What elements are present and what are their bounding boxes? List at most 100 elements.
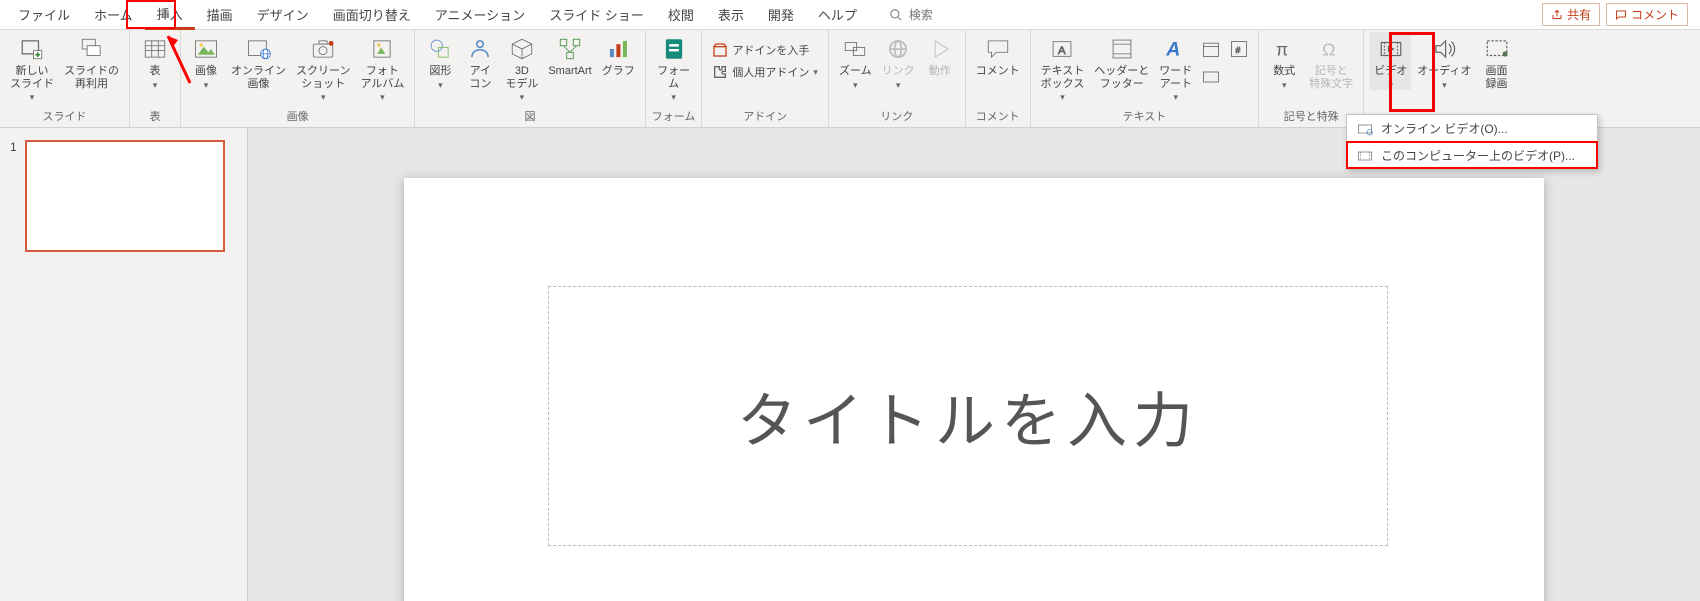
- group-label-links: リンク: [880, 106, 913, 127]
- my-addins-button[interactable]: 個人用アドイン ▾: [708, 62, 822, 82]
- zoom-icon: [841, 35, 869, 63]
- group-symbols: π 数式 ▾ Ω 記号と 特殊文字 記号と特殊: [1259, 30, 1364, 127]
- link-icon: [884, 35, 912, 63]
- share-button[interactable]: 共有: [1542, 3, 1600, 26]
- title-placeholder-text: タイトルを入力: [737, 373, 1199, 460]
- photo-album-button[interactable]: フォト アルバム ▾: [356, 32, 408, 103]
- tab-slideshow[interactable]: スライド ショー: [537, 0, 656, 30]
- audio-button[interactable]: オーディオ ▾: [1413, 32, 1475, 90]
- chevron-down-icon: ▾: [853, 80, 858, 90]
- group-images: 画像 ▾ オンライン 画像 スクリーン ショット ▾ フォト アルバム ▾ 画像: [181, 30, 415, 127]
- icons-button[interactable]: アイ コン: [461, 32, 499, 90]
- chevron-down-icon: ▾: [1389, 80, 1394, 90]
- wordart-button[interactable]: A ワード アート ▾: [1155, 32, 1196, 103]
- tab-transitions[interactable]: 画面切り替え: [321, 0, 423, 30]
- reuse-slides-icon: [78, 35, 106, 63]
- cube-icon: [508, 35, 536, 63]
- chevron-down-icon: ▾: [1174, 92, 1179, 102]
- group-text: A テキスト ボックス ▾ ヘッダーと フッター A ワード アート ▾ # テ…: [1031, 30, 1260, 127]
- icons-icon: [466, 35, 494, 63]
- new-comment-icon: [984, 35, 1012, 63]
- date-time-button[interactable]: [1198, 36, 1224, 62]
- chart-button[interactable]: グラフ: [598, 32, 639, 78]
- chevron-down-icon: ▾: [813, 67, 818, 78]
- video-button[interactable]: ビデオ ▾: [1370, 32, 1411, 90]
- slide-canvas-area[interactable]: タイトルを入力: [248, 128, 1700, 601]
- tab-draw[interactable]: 描画: [195, 0, 245, 30]
- action-button[interactable]: 動作: [921, 32, 959, 78]
- slide[interactable]: タイトルを入力: [404, 178, 1544, 601]
- group-label-images: 画像: [287, 106, 309, 127]
- tab-review[interactable]: 校閲: [656, 0, 706, 30]
- video-on-pc-menuitem[interactable]: このコンピューター上のビデオ(P)...: [1347, 142, 1597, 169]
- group-label-text: テキスト: [1123, 106, 1167, 127]
- title-placeholder[interactable]: タイトルを入力: [548, 286, 1388, 546]
- screenshot-icon: [309, 35, 337, 63]
- tab-view[interactable]: 表示: [706, 0, 756, 30]
- video-icon: [1377, 35, 1405, 63]
- forms-button[interactable]: フォー ム ▾: [653, 32, 694, 103]
- symbol-icon: Ω: [1317, 35, 1345, 63]
- svg-text:Ω: Ω: [1322, 40, 1335, 60]
- workspace: 1 タイトルを入力: [0, 128, 1700, 601]
- symbol-button[interactable]: Ω 記号と 特殊文字: [1305, 32, 1357, 90]
- chevron-down-icon: ▾: [380, 92, 385, 102]
- online-video-icon: [1357, 121, 1373, 137]
- chevron-down-icon: ▾: [30, 92, 35, 102]
- tab-design[interactable]: デザイン: [245, 0, 321, 30]
- tab-animations[interactable]: アニメーション: [423, 0, 537, 30]
- photo-album-icon: [368, 35, 396, 63]
- group-comments: コメント コメント: [966, 30, 1031, 127]
- chevron-down-icon: ▾: [896, 80, 901, 90]
- tab-file[interactable]: ファイル: [6, 0, 82, 30]
- chevron-down-icon: ▾: [671, 92, 676, 102]
- group-links: ズーム ▾ リンク ▾ 動作 リンク: [829, 30, 966, 127]
- link-button[interactable]: リンク ▾: [878, 32, 919, 90]
- comments-button[interactable]: コメント: [1606, 3, 1688, 26]
- picture-button[interactable]: 画像 ▾: [187, 32, 225, 90]
- table-button[interactable]: 表 ▾: [136, 32, 174, 90]
- screenshot-button[interactable]: スクリーン ショット ▾: [292, 32, 354, 103]
- shapes-button[interactable]: 図形 ▾: [421, 32, 459, 90]
- search-box[interactable]: 検索: [869, 6, 953, 23]
- 3d-models-button[interactable]: 3D モデル ▾: [501, 32, 542, 103]
- group-media: ビデオ ▾ オーディオ ▾ + 画面 録画: [1364, 30, 1521, 127]
- comment-button[interactable]: コメント: [972, 32, 1024, 78]
- action-icon: [926, 35, 954, 63]
- screen-recording-button[interactable]: + 画面 録画: [1478, 32, 1516, 90]
- slide-thumbnail-1[interactable]: [25, 140, 225, 252]
- slide-number-button[interactable]: #: [1226, 36, 1252, 62]
- search-label: 検索: [909, 6, 933, 23]
- zoom-button[interactable]: ズーム ▾: [835, 32, 876, 90]
- get-addins-button[interactable]: アドインを入手: [708, 40, 822, 60]
- online-video-menuitem[interactable]: オンライン ビデオ(O)...: [1347, 115, 1597, 142]
- chart-icon: [604, 35, 632, 63]
- group-label-tables: 表: [150, 106, 161, 127]
- group-illustrations: 図形 ▾ アイ コン 3D モデル ▾ SmartArt グラフ 図: [415, 30, 645, 127]
- tab-help[interactable]: ヘルプ: [806, 0, 869, 30]
- reuse-slides-button[interactable]: スライドの 再利用: [60, 32, 123, 90]
- header-footer-button[interactable]: ヘッダーと フッター: [1090, 32, 1153, 90]
- svg-text:#: #: [1236, 45, 1241, 55]
- group-label-comments: コメント: [976, 106, 1020, 127]
- smartart-button[interactable]: SmartArt: [544, 32, 595, 78]
- tab-developer[interactable]: 開発: [756, 0, 806, 30]
- object-button[interactable]: [1198, 64, 1224, 90]
- chevron-down-icon: ▾: [1060, 92, 1065, 102]
- group-addins: アドインを入手 個人用アドイン ▾ アドイン: [702, 30, 829, 127]
- shapes-icon: [426, 35, 454, 63]
- tab-insert[interactable]: 挿入: [145, 0, 195, 30]
- equation-button[interactable]: π 数式 ▾: [1265, 32, 1303, 90]
- smartart-icon: [556, 35, 584, 63]
- thumbnail-number: 1: [10, 140, 17, 252]
- tab-home[interactable]: ホーム: [82, 0, 145, 30]
- group-label-symbols: 記号と特殊: [1284, 106, 1339, 127]
- share-icon: [1551, 9, 1563, 21]
- textbox-button[interactable]: A テキスト ボックス ▾: [1037, 32, 1089, 103]
- online-pictures-button[interactable]: オンライン 画像: [227, 32, 290, 90]
- new-slide-icon: [18, 35, 46, 63]
- chevron-down-icon: ▾: [438, 80, 443, 90]
- table-icon: [141, 35, 169, 63]
- new-slide-button[interactable]: 新しい スライド ▾: [6, 32, 58, 103]
- forms-icon: [660, 35, 688, 63]
